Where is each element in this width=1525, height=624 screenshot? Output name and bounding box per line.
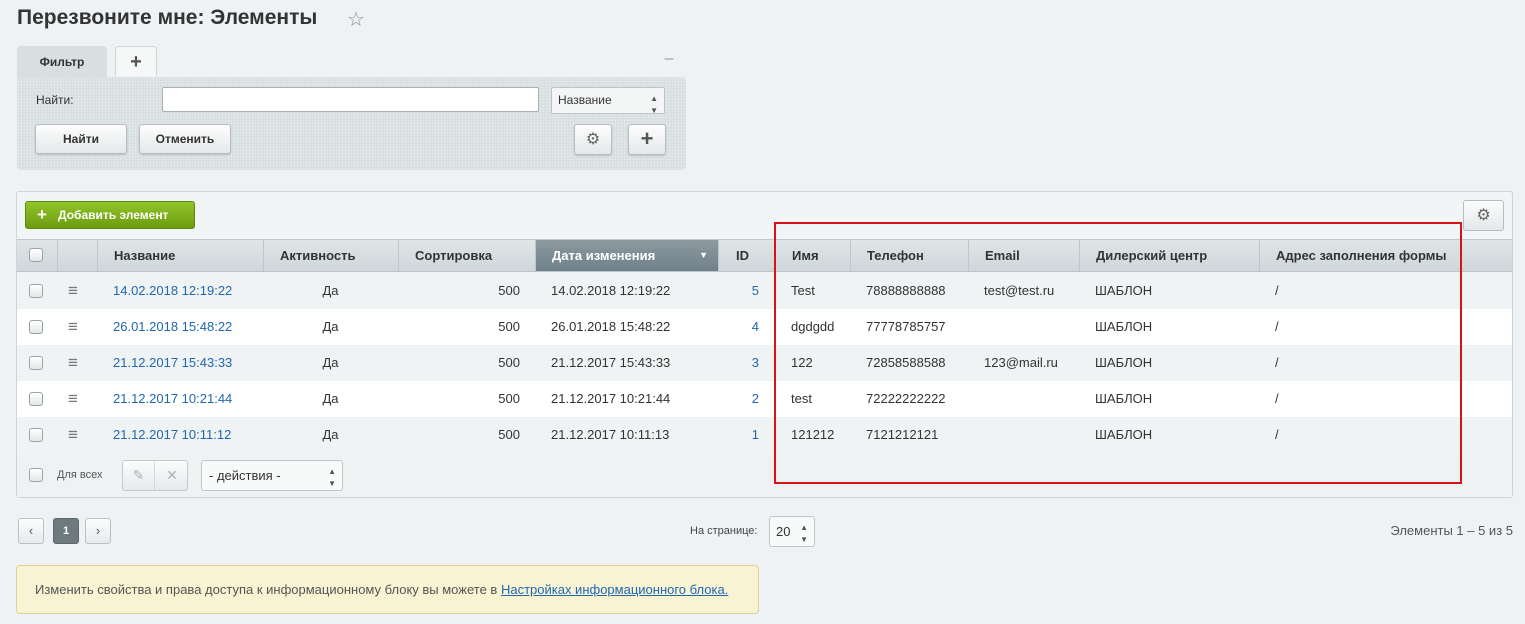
row-checkbox[interactable] [29,284,43,298]
cell-modified: 26.01.2018 15:48:22 [551,319,671,334]
col-sort[interactable]: Сортировка [398,240,535,271]
add-filter-tab-button[interactable]: + [115,46,157,76]
add-element-button[interactable]: + Добавить элемент [25,201,195,229]
select-arrows-icon: ▲ ▼ [800,523,808,544]
plus-icon: + [37,205,47,224]
cell-active: Да [322,427,339,442]
cell-name[interactable]: 21.12.2017 15:43:33 [113,345,232,381]
per-page-label: На странице: [690,525,758,537]
cell-sort: 500 [498,283,520,298]
row-menu-icon[interactable]: ≡ [68,345,78,381]
delete-x-icon[interactable]: ✕ [156,461,188,490]
row-menu-icon[interactable]: ≡ [68,273,78,309]
tab-filter[interactable]: Фильтр [17,46,107,78]
cell-sort: 500 [498,427,520,442]
actions-select-value: - действия - [209,468,281,483]
row-checkbox[interactable] [29,356,43,370]
header-checkbox-cell [17,240,57,271]
cell-name[interactable]: 21.12.2017 10:21:44 [113,381,232,417]
search-input[interactable] [162,87,539,112]
star-icon[interactable]: ☆ [347,7,365,32]
row-checkbox[interactable] [29,392,43,406]
cell-active: Да [322,283,339,298]
cell-id[interactable]: 3 [718,345,759,381]
cell-id[interactable]: 1 [718,417,759,453]
field-select-value: Название [558,93,612,107]
per-page-value: 20 [776,524,791,539]
edit-delete-group: ✎ ✕ [122,460,188,491]
cell-name[interactable]: 21.12.2017 10:11:12 [113,417,231,453]
iblock-settings-link[interactable]: Настройках информационного блока. [501,582,728,597]
cell-sort: 500 [498,355,520,370]
select-all-checkbox[interactable] [29,248,43,262]
cell-id[interactable]: 4 [718,309,759,345]
next-page-button[interactable]: › [85,518,111,544]
cell-id[interactable]: 2 [718,381,759,417]
row-checkbox[interactable] [29,428,43,442]
info-note: Изменить свойства и права доступа к инфо… [16,565,759,614]
cell-modified: 14.02.2018 12:19:22 [551,283,671,298]
actions-select[interactable]: - действия - ▲ ▼ [201,460,343,491]
sort-desc-icon: ▼ [699,250,708,260]
col-id[interactable]: ID [718,240,775,271]
gear-icon[interactable]: ⚙ [574,124,612,155]
find-label: Найти: [36,93,74,107]
cell-modified: 21.12.2017 10:11:13 [551,427,670,442]
prev-page-button[interactable]: ‹ [18,518,44,544]
cell-name[interactable]: 14.02.2018 12:19:22 [113,273,232,309]
cell-modified: 21.12.2017 10:21:44 [551,391,671,406]
for-all-checkbox[interactable] [29,468,43,482]
row-checkbox[interactable] [29,320,43,334]
cell-sort: 500 [498,319,520,334]
add-field-button[interactable]: + [628,124,666,155]
select-arrows-icon: ▲ ▼ [650,94,658,115]
row-menu-icon[interactable]: ≡ [68,417,78,453]
cancel-button[interactable]: Отменить [139,124,231,154]
page-title: Перезвоните мне: Элементы [17,6,318,29]
cell-modified: 21.12.2017 15:43:33 [551,355,671,370]
col-modified[interactable]: Дата изменения ▼ [535,240,718,271]
edit-pencil-icon[interactable]: ✎ [123,461,155,490]
highlight-box [774,222,1462,484]
cell-active: Да [322,391,339,406]
col-active[interactable]: Активность [263,240,398,271]
list-settings-gear-icon[interactable]: ⚙ [1463,200,1504,231]
header-menu-cell [57,240,97,271]
per-page-select[interactable]: 20 ▲ ▼ [769,516,815,547]
cell-active: Да [322,355,339,370]
total-count: Элементы 1 – 5 из 5 [1390,523,1513,538]
current-page-button[interactable]: 1 [53,518,79,544]
minimize-icon[interactable]: – [662,51,676,67]
add-element-label: Добавить элемент [58,208,169,222]
cell-sort: 500 [498,391,520,406]
col-name[interactable]: Название [97,240,263,271]
row-menu-icon[interactable]: ≡ [68,309,78,345]
for-all-label: Для всех [57,469,103,481]
row-menu-icon[interactable]: ≡ [68,381,78,417]
select-arrows-icon: ▲ ▼ [328,467,336,488]
cell-id[interactable]: 5 [718,273,759,309]
col-modified-label: Дата изменения [552,248,656,263]
note-text: Изменить свойства и права доступа к инфо… [35,582,498,597]
find-button[interactable]: Найти [35,124,127,154]
cell-name[interactable]: 26.01.2018 15:48:22 [113,309,232,345]
field-select[interactable]: Название ▲ ▼ [551,87,665,115]
cell-active: Да [322,319,339,334]
